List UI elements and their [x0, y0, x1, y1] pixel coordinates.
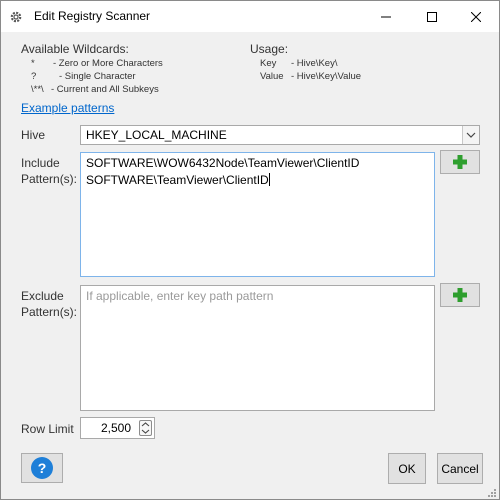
plus-icon [453, 155, 467, 169]
wildcard-symbol: * [31, 58, 35, 69]
include-patterns-textarea[interactable]: SOFTWARE\WOW6432Node\TeamViewer\ClientID… [80, 152, 435, 277]
row-limit-stepper[interactable]: 2,500 [80, 417, 155, 439]
title-bar[interactable]: Edit Registry Scanner [1, 1, 499, 32]
exclude-placeholder: If applicable, enter key path pattern [86, 289, 274, 303]
include-label-line1: Include [21, 156, 60, 170]
edit-registry-scanner-dialog: Edit Registry Scanner Available Wildcard… [0, 0, 500, 500]
hive-label: Hive [21, 128, 46, 142]
window-title: Edit Registry Scanner [34, 9, 151, 23]
chevron-down-icon[interactable] [462, 126, 479, 144]
plus-icon [453, 288, 467, 302]
include-pattern-text: SOFTWARE\TeamViewer\ClientID [86, 173, 269, 187]
wildcard-description: - Current and All Subkeys [51, 84, 159, 95]
wildcard-symbol: ? [31, 71, 37, 82]
usage-key: Value [260, 71, 284, 82]
row-limit-value: 2,500 [101, 421, 132, 435]
add-exclude-pattern-button[interactable] [440, 283, 480, 307]
text-caret [268, 173, 270, 186]
usage-heading: Usage: [250, 42, 289, 56]
row-limit-label: Row Limit [21, 422, 74, 436]
spin-arrows-icon[interactable] [139, 420, 152, 436]
resize-grip-icon[interactable] [487, 487, 497, 497]
include-pattern-line: SOFTWARE\WOW6432Node\TeamViewer\ClientID [86, 156, 360, 170]
close-icon [471, 11, 481, 22]
gear-icon [9, 10, 23, 24]
maximize-button[interactable] [409, 1, 455, 32]
hive-select[interactable]: HKEY_LOCAL_MACHINE [80, 125, 480, 145]
example-patterns-link[interactable]: Example patterns [21, 101, 114, 115]
exclude-label-line2: Pattern(s): [21, 305, 78, 319]
minimize-icon [381, 16, 391, 17]
help-button[interactable]: ? [21, 453, 63, 483]
close-button[interactable] [453, 1, 499, 32]
hive-selected-value: HKEY_LOCAL_MACHINE [86, 128, 227, 142]
usage-value: - Hive\Key\ [291, 58, 338, 69]
maximize-icon [427, 11, 437, 22]
include-label-line2: Pattern(s): [21, 172, 78, 186]
wildcard-description: - Single Character [59, 71, 136, 82]
help-icon: ? [31, 457, 53, 479]
wildcards-heading: Available Wildcards: [21, 42, 129, 56]
include-pattern-line: SOFTWARE\TeamViewer\ClientID [86, 172, 429, 189]
ok-button[interactable]: OK [388, 453, 426, 484]
cancel-button[interactable]: Cancel [437, 453, 483, 484]
exclude-label-line1: Exclude [21, 289, 64, 303]
minimize-button[interactable] [363, 1, 409, 32]
wildcard-description: - Zero or More Characters [53, 58, 163, 69]
usage-key: Key [260, 58, 277, 69]
add-include-pattern-button[interactable] [440, 150, 480, 174]
exclude-patterns-textarea[interactable]: If applicable, enter key path pattern [80, 285, 435, 411]
wildcard-symbol: \**\ [31, 84, 44, 95]
dialog-body: Available Wildcards: * - Zero or More Ch… [1, 32, 499, 499]
usage-value: - Hive\Key\Value [291, 71, 362, 82]
